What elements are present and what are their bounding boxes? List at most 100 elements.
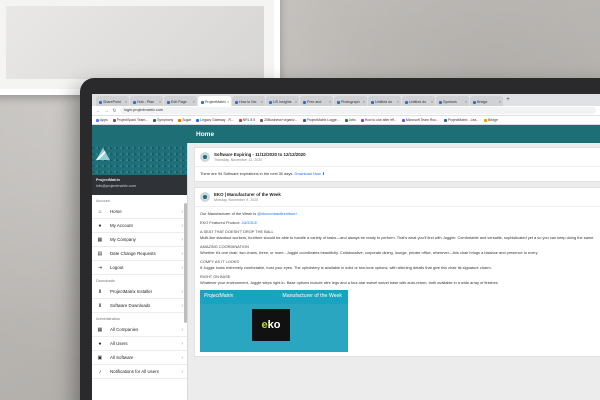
download-now-link[interactable]: Download Now ⬇ (295, 171, 326, 176)
chevron-right-icon: › (181, 208, 183, 215)
bookmark-item[interactable]: Symphony (153, 118, 173, 122)
address-bar: ← → ↻ login.projectmatrix.com ☆ (92, 106, 600, 116)
sidebar-item-projectmatrix-installer[interactable]: ⬇ ProjectMatrix Installer › (92, 285, 187, 299)
expiring-title[interactable]: Software Expiring - 11/12/2020 to 12/12/… (214, 152, 306, 157)
chevron-right-icon: › (181, 354, 183, 361)
bookmark-icon (153, 118, 157, 122)
sidebar-item-all-software[interactable]: ▣ All Software › (92, 351, 187, 365)
laptop-screen: SharePoint × Hub - Plan × Edit Page × ProjectM… (92, 94, 600, 400)
browser-tab[interactable]: Symbols × (436, 96, 469, 106)
browser-tab[interactable]: How to Nic × (232, 96, 265, 106)
bookmark-item[interactable]: Apps (96, 118, 108, 122)
sidebar-item-logout[interactable]: ⇥ Logout › (92, 261, 187, 275)
browser-tab[interactable]: Hub - Plan × (130, 96, 163, 106)
close-tab-icon[interactable]: × (499, 100, 501, 104)
motw-date: Monday, November 9, 2020 (214, 198, 259, 202)
motw-handle-link[interactable]: @ekocontractfurniture! (257, 211, 296, 216)
url-field[interactable]: login.projectmatrix.com (120, 107, 596, 114)
sidebar-item-label: All Users (110, 341, 128, 346)
sidebar-item-label: My Account (110, 223, 133, 228)
close-tab-icon[interactable]: × (125, 100, 127, 104)
sidebar-item-label: Software Downloads (110, 303, 151, 308)
favicon-icon (303, 100, 306, 104)
bookmark-item[interactable]: How to use after eff... (360, 118, 397, 122)
browser-tab[interactable]: Edit Page × (164, 96, 197, 106)
bookmark-item[interactable]: Bridge (484, 118, 498, 122)
browser-tab[interactable]: Untitled do × (402, 96, 435, 106)
bookmark-icon (344, 118, 348, 122)
sidebar-item-notifications-for-all-users[interactable]: ♪ Notifications for All Users › (92, 365, 187, 379)
new-tab-icon[interactable]: + (504, 96, 512, 106)
bell-icon: ♪ (98, 368, 102, 375)
browser-tab[interactable]: US Insights × (266, 96, 299, 106)
close-tab-icon[interactable]: × (329, 100, 331, 104)
favicon-icon (235, 100, 238, 104)
bookmark-label: Bridge (488, 118, 498, 122)
chevron-right-icon: › (181, 326, 183, 333)
sidebar-item-label: All Companies (110, 327, 139, 332)
sidebar-item-all-users[interactable]: ● All Users › (92, 337, 187, 351)
close-tab-icon[interactable]: × (431, 100, 433, 104)
building-icon: ▦ (97, 236, 103, 243)
chevron-right-icon: › (181, 250, 183, 257)
back-icon[interactable]: ← (96, 108, 101, 114)
projectmatrix-logo-icon (96, 148, 110, 160)
bookmark-item[interactable]: Legacy Gateway - R... (196, 118, 234, 122)
browser-tab-label: SharePoint (103, 100, 121, 104)
browser-tab[interactable]: Bridge × (470, 96, 503, 106)
close-tab-icon[interactable]: × (261, 100, 263, 104)
browser-tab[interactable]: Free and × (300, 96, 333, 106)
close-tab-icon[interactable]: × (159, 100, 161, 104)
sidebar-item-label: All Software (110, 355, 134, 360)
sidebar-item-date-change-requests[interactable]: ▤ Date Change Requests › (92, 247, 187, 261)
bookmark-item[interactable]: ProjectMatrix Logge... (302, 118, 340, 122)
sidebar-item-software-downloads[interactable]: ⬇ Software Downloads › (92, 299, 187, 313)
browser-tab-label: Symbols (443, 100, 457, 104)
app-header: Home (92, 125, 600, 143)
motw-title[interactable]: EKO | Manufacturer of the Week (214, 192, 281, 197)
close-tab-icon[interactable]: × (465, 100, 467, 104)
sidebar-item-my-account[interactable]: ● My Account › (92, 219, 187, 233)
bookmark-item[interactable]: NRL 8.5 (238, 118, 255, 122)
favicon-icon (439, 100, 442, 104)
bookmark-icon (401, 118, 405, 122)
close-tab-icon[interactable]: × (363, 100, 365, 104)
user-icon: ● (98, 222, 102, 229)
forward-icon[interactable]: → (104, 108, 109, 114)
sidebar-item-home[interactable]: ⌂ Home › (92, 205, 187, 219)
bookmark-label: ProjectMatrix Logge... (306, 118, 340, 122)
avatar (200, 152, 210, 162)
close-tab-icon[interactable]: × (193, 100, 195, 104)
sidebar-item-label: My Company (110, 237, 136, 242)
bookmark-icon (238, 118, 242, 122)
browser-tab-label: Hub - Plan (137, 100, 154, 104)
sidebar-item-all-companies[interactable]: ▦ All Companies › (92, 323, 187, 337)
sidebar-scrollbar[interactable] (184, 203, 187, 323)
browser-tab[interactable]: SharePoint × (96, 96, 129, 106)
sidebar-item-my-company[interactable]: ▦ My Company › (92, 233, 187, 247)
close-tab-icon[interactable]: × (295, 100, 297, 104)
close-tab-icon[interactable]: × (227, 100, 229, 104)
picture-frame-inner (6, 6, 264, 79)
browser-tab[interactable]: Photograph × (334, 96, 367, 106)
bookmark-item[interactable]: ProjectMatrix - Lea... (443, 118, 479, 122)
user-box: ProjectMatrix info@projectmatrix.com (92, 175, 187, 195)
bookmark-item[interactable]: Microsoft Team Rou... (401, 118, 439, 122)
browser-tab-label: Edit Page (171, 100, 187, 104)
bookmark-item[interactable]: Jobs (344, 118, 356, 122)
reload-icon[interactable]: ↻ (112, 108, 117, 114)
featured-product-link[interactable]: JUGGLE (242, 220, 258, 225)
bookmark-item[interactable]: ProjectSpark Team... (112, 118, 148, 122)
laptop: SharePoint × Hub - Plan × Edit Page × ProjectM… (80, 78, 600, 400)
motw-banner-image[interactable]: ProjectMatrix Manufacturer of the Week e… (200, 290, 348, 352)
browser-tab[interactable]: ProjectMatrix × (198, 96, 231, 106)
bookmark-label: Microsoft Team Rou... (405, 118, 439, 122)
sidebar-section-label: Downloads (96, 279, 115, 283)
browser-tab[interactable]: Untitled do × (368, 96, 401, 106)
close-tab-icon[interactable]: × (397, 100, 399, 104)
bookmark-item[interactable]: Sugar (178, 118, 191, 122)
bookmark-item[interactable]: 20Business+organiz... (260, 118, 298, 122)
calendar-icon: ▤ (97, 250, 103, 257)
page-title: Home (196, 130, 215, 138)
favicon-icon (337, 100, 340, 104)
